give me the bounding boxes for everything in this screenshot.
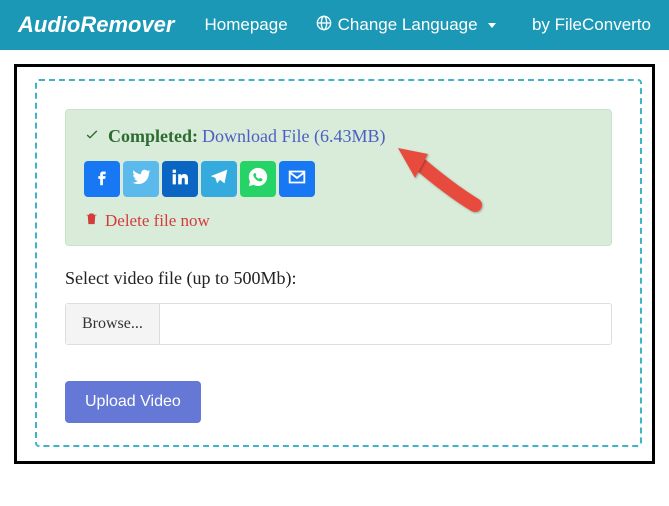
telegram-icon — [208, 166, 230, 193]
trash-icon — [84, 211, 99, 231]
caret-down-icon — [488, 23, 496, 28]
delete-file-link[interactable]: Delete file now — [84, 211, 593, 231]
email-icon — [286, 166, 308, 193]
share-telegram-button[interactable] — [201, 161, 237, 197]
linkedin-icon — [169, 166, 191, 193]
select-video-label: Select video file (up to 500Mb): — [65, 268, 612, 289]
delete-file-label: Delete file now — [105, 211, 210, 231]
nav-change-language[interactable]: Change Language — [316, 15, 496, 36]
browse-button[interactable]: Browse... — [66, 304, 160, 344]
twitter-icon — [130, 166, 152, 193]
upload-video-button[interactable]: Upload Video — [65, 381, 201, 423]
nav-homepage-label: Homepage — [204, 15, 287, 35]
brand-logo[interactable]: AudioRemover — [18, 12, 174, 38]
check-icon — [84, 126, 100, 147]
whatsapp-icon — [247, 166, 269, 193]
facebook-icon — [91, 166, 113, 193]
nav-homepage[interactable]: Homepage — [204, 15, 287, 35]
nav-by-label: by FileConverto — [532, 15, 651, 35]
globe-icon — [316, 15, 332, 36]
share-whatsapp-button[interactable] — [240, 161, 276, 197]
success-alert: Completed: Download File (6.43MB) — [65, 109, 612, 246]
navbar: AudioRemover Homepage Change Language by… — [0, 0, 669, 50]
share-facebook-button[interactable] — [84, 161, 120, 197]
download-file-link[interactable]: Download File (6.43MB) — [202, 126, 386, 147]
social-share-row — [84, 161, 593, 197]
nav-change-language-label: Change Language — [338, 15, 478, 35]
main-panel: Completed: Download File (6.43MB) — [35, 79, 642, 447]
share-twitter-button[interactable] — [123, 161, 159, 197]
nav-by-fileconverto[interactable]: by FileConverto — [532, 15, 651, 35]
file-name-display — [160, 304, 611, 344]
share-linkedin-button[interactable] — [162, 161, 198, 197]
completed-label: Completed: — [108, 126, 198, 147]
share-email-button[interactable] — [279, 161, 315, 197]
file-input[interactable]: Browse... — [65, 303, 612, 345]
